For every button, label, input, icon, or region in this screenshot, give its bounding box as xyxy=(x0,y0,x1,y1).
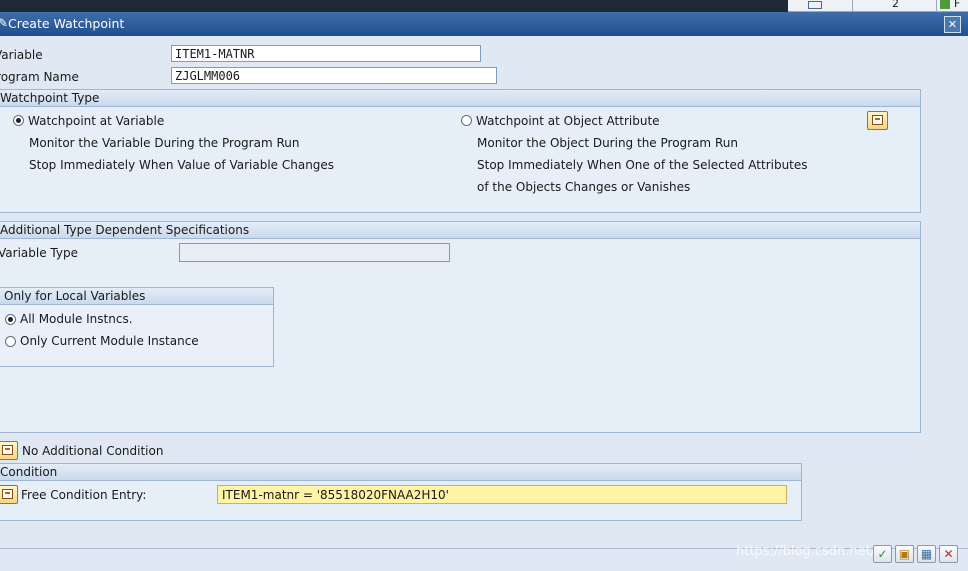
save-icon[interactable]: ▣ xyxy=(895,545,914,563)
variable-field[interactable]: ITEM1-MATNR xyxy=(171,45,481,62)
variable-desc-line-2: Stop Immediately When Value of Variable … xyxy=(29,158,335,172)
condition-icon xyxy=(2,445,13,455)
local-variables-group: Only for Local Variables xyxy=(0,287,274,367)
free-condition-label: Free Condition Entry: xyxy=(21,488,147,502)
object-desc-line-1: Monitor the Object During the Program Ru… xyxy=(477,136,738,150)
variable-type-label: Variable Type xyxy=(0,246,78,260)
document-icon xyxy=(940,0,950,9)
cancel-icon[interactable]: ✕ xyxy=(939,545,958,563)
radio-watchpoint-at-object-attribute[interactable] xyxy=(461,115,472,126)
watchpoint-type-header: Watchpoint Type xyxy=(0,90,920,107)
variable-label: Variable xyxy=(0,48,43,62)
radio-only-current-module-instance[interactable] xyxy=(5,336,16,347)
radio-all-module-instances[interactable] xyxy=(5,314,16,325)
watermark: https://blog.csdn.net/... xyxy=(736,544,888,559)
program-name-field[interactable]: ZJGLMM006 xyxy=(171,67,497,84)
attributes-icon xyxy=(872,115,883,125)
confirm-icon[interactable]: ✓ xyxy=(873,545,892,563)
dialog-title-bar: ✎ Create Watchpoint ✕ xyxy=(0,12,968,36)
option-watchpoint-at-variable[interactable]: Watchpoint at Variable xyxy=(28,114,164,128)
program-name-label: Program Name xyxy=(0,70,79,84)
background-field-value: 2 xyxy=(892,0,899,10)
background-fragment: F xyxy=(954,0,961,10)
resize-icon[interactable] xyxy=(808,1,822,9)
object-desc-line-3: of the Objects Changes or Vanishes xyxy=(477,180,691,194)
option-watchpoint-at-object-attribute[interactable]: Watchpoint at Object Attribute xyxy=(476,114,660,128)
no-condition-button[interactable] xyxy=(0,441,18,460)
divider xyxy=(936,0,937,11)
additional-specs-header: Additional Type Dependent Specifications xyxy=(0,222,920,239)
close-icon[interactable]: ✕ xyxy=(944,16,961,33)
local-variables-header: Only for Local Variables xyxy=(0,288,273,305)
divider xyxy=(852,0,853,11)
variable-desc-line-1: Monitor the Variable During the Program … xyxy=(29,136,300,150)
dialog-title: Create Watchpoint xyxy=(8,16,125,31)
options-icon[interactable]: ▦ xyxy=(917,545,936,563)
option-all-module-instances[interactable]: All Module Instncs. xyxy=(20,312,133,326)
free-condition-input[interactable]: ITEM1-matnr = '85518020FNAA2H10' xyxy=(217,485,787,504)
edit-condition-icon xyxy=(2,489,13,499)
option-only-current-module-instance[interactable]: Only Current Module Instance xyxy=(20,334,199,348)
object-desc-line-2: Stop Immediately When One of the Selecte… xyxy=(477,158,808,172)
radio-watchpoint-at-variable[interactable] xyxy=(13,115,24,126)
condition-header: Condition xyxy=(0,464,801,481)
watchpoint-type-group: Watchpoint Type xyxy=(0,89,921,213)
background-toolbar: 2 F xyxy=(788,0,968,12)
select-attributes-button[interactable] xyxy=(867,111,888,130)
no-condition-label: No Additional Condition xyxy=(22,444,164,458)
watchpoint-icon: ✎ xyxy=(0,16,9,30)
free-condition-button[interactable] xyxy=(0,485,18,504)
variable-type-field xyxy=(179,243,450,262)
